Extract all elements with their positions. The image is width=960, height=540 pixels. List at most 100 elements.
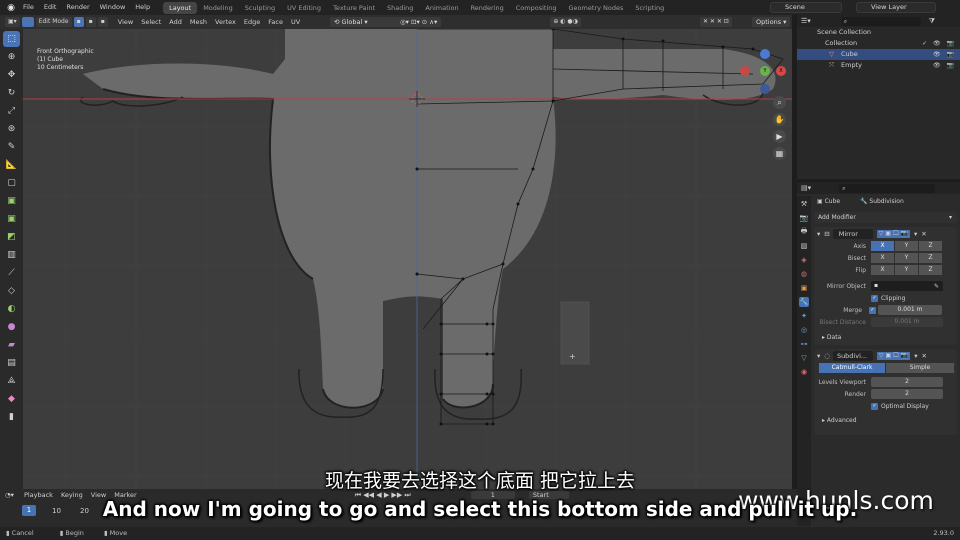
menu-uv[interactable]: UV xyxy=(287,17,304,27)
scale-tool-icon[interactable]: ⤢ xyxy=(3,103,20,119)
material-tab-icon[interactable]: ◉ xyxy=(799,367,809,377)
subdivision-name-field[interactable]: Subdivi... xyxy=(832,351,873,361)
modifier-menu-icon[interactable]: ▾ xyxy=(914,352,917,360)
axis-y-toggle[interactable]: Y xyxy=(895,241,918,251)
gizmo-z-axis-icon[interactable] xyxy=(760,49,770,59)
object-tab-icon[interactable]: ▣ xyxy=(799,283,809,293)
outliner-item-empty[interactable]: ⤧ Empty 👁 📷 xyxy=(797,60,960,71)
tab-animation[interactable]: Animation xyxy=(419,2,464,14)
options-dropdown[interactable]: Options ▾ xyxy=(752,17,791,27)
visibility-icons[interactable]: 👁 📷 xyxy=(933,60,956,71)
outliner-item-cube[interactable]: ▽ Cube 👁 📷 xyxy=(797,49,960,60)
menu-help[interactable]: Help xyxy=(130,0,155,15)
editor-type-button[interactable]: ▣▾ xyxy=(5,17,20,27)
physics-tab-icon[interactable]: ◎ xyxy=(799,325,809,335)
simple-toggle[interactable]: Simple xyxy=(886,363,954,373)
measure-tool-icon[interactable]: 📐 xyxy=(3,157,20,173)
ortho-grid-icon[interactable]: ▦ xyxy=(773,147,786,160)
flip-x-toggle[interactable]: X xyxy=(871,265,894,275)
inset-tool-icon[interactable]: ▣ xyxy=(3,211,20,227)
edge-slide-tool-icon[interactable]: ▰ xyxy=(3,337,20,353)
add-modifier-button[interactable]: Add Modifier ▾ xyxy=(814,212,957,223)
bevel-tool-icon[interactable]: ◩ xyxy=(3,229,20,245)
axis-x-toggle[interactable]: X xyxy=(871,241,894,251)
remove-modifier-icon[interactable]: ✕ xyxy=(921,230,926,238)
outliner-search-input[interactable]: ⌕ xyxy=(840,16,921,26)
tab-sculpting[interactable]: Sculpting xyxy=(239,2,281,14)
constraints-tab-icon[interactable]: ⊶ xyxy=(799,339,809,349)
extrude-tool-icon[interactable]: ▣ xyxy=(3,193,20,209)
face-select-icon[interactable]: ▪ xyxy=(97,17,108,27)
tab-modeling[interactable]: Modeling xyxy=(197,2,239,14)
spin-tool-icon[interactable]: ◐ xyxy=(3,301,20,317)
visibility-icons[interactable]: 👁 📷 xyxy=(933,49,956,60)
gizmo-neg-x-icon[interactable] xyxy=(740,66,750,76)
pan-hand-icon[interactable]: ✋ xyxy=(773,113,786,126)
shrink-fatten-tool-icon[interactable]: ▤ xyxy=(3,355,20,371)
loop-cut-tool-icon[interactable]: ▥ xyxy=(3,247,20,263)
properties-search-input[interactable]: ⌕ xyxy=(839,183,936,193)
snapping-controls[interactable]: ◎▾ ⊡▾ ⊙ ∧▾ xyxy=(396,17,442,27)
3d-viewport[interactable]: + Front Orthographic (1) Cube 10 Centime… xyxy=(23,29,792,489)
mirror-xyz-toggles[interactable]: ✕ ✕ ✕ ⊡ xyxy=(700,17,732,27)
rotate-tool-icon[interactable]: ↻ xyxy=(3,85,20,101)
collapse-chevron-icon[interactable]: ▾ xyxy=(817,352,820,360)
viewport-shading-icons[interactable]: ⊕ ◐ ●◑ xyxy=(550,17,581,27)
gizmo-y-axis-icon[interactable]: Y xyxy=(760,66,770,76)
tab-layout[interactable]: Layout xyxy=(163,1,198,14)
axis-z-toggle[interactable]: Z xyxy=(919,241,942,251)
transform-tool-icon[interactable]: ⊛ xyxy=(3,121,20,137)
optimal-display-checkbox[interactable]: ✓ xyxy=(871,401,878,413)
remove-modifier-icon[interactable]: ✕ xyxy=(921,352,926,360)
rip-tool-icon[interactable]: ◆ xyxy=(3,391,20,407)
menu-view[interactable]: View xyxy=(114,17,137,27)
data-subpanel-toggle[interactable]: ▸ Data xyxy=(814,332,957,344)
add-cube-tool-icon[interactable]: ▢ xyxy=(3,175,20,191)
menu-render[interactable]: Render xyxy=(61,0,94,15)
outliner-scene-collection[interactable]: Scene Collection xyxy=(797,27,960,38)
merge-checkbox[interactable]: ✓ xyxy=(869,305,876,317)
filter-icon[interactable]: ⧩ xyxy=(929,17,935,26)
world-tab-icon[interactable]: ◍ xyxy=(799,269,809,279)
menu-window[interactable]: Window xyxy=(95,0,131,15)
tool-tab-icon[interactable]: ⚒ xyxy=(799,199,809,209)
clipping-checkbox[interactable]: ✓ xyxy=(871,293,878,305)
view-layer-tab-icon[interactable]: ▨ xyxy=(799,241,809,251)
bisect-distance-field[interactable]: 0.001 m xyxy=(871,317,943,327)
edit-mode-dropdown[interactable]: Edit Mode xyxy=(35,17,72,27)
zoom-icon[interactable]: ⌕ xyxy=(773,96,786,109)
menu-add[interactable]: Add xyxy=(165,17,186,27)
render-tab-icon[interactable]: 📷 xyxy=(799,213,809,223)
output-tab-icon[interactable]: 🖶 xyxy=(799,227,809,237)
menu-edit[interactable]: Edit xyxy=(39,0,62,15)
bisect-y-toggle[interactable]: Y xyxy=(895,253,918,263)
vertex-select-icon[interactable]: ▪ xyxy=(73,17,84,27)
mirror-object-field[interactable]: ▪ xyxy=(871,281,943,291)
bisect-x-toggle[interactable]: X xyxy=(871,253,894,263)
smooth-tool-icon[interactable]: ● xyxy=(3,319,20,335)
edge-select-icon[interactable]: ▪ xyxy=(85,17,96,27)
tab-shading[interactable]: Shading xyxy=(381,2,419,14)
gizmo-x-axis-icon[interactable]: X xyxy=(776,66,786,76)
eyedropper-icon[interactable]: ✎ xyxy=(934,281,939,293)
menu-face[interactable]: Face xyxy=(264,17,287,27)
menu-select[interactable]: Select xyxy=(137,17,165,27)
menu-edge[interactable]: Edge xyxy=(240,17,264,27)
tab-texture-paint[interactable]: Texture Paint xyxy=(327,2,381,14)
scene-selector[interactable]: Scene xyxy=(770,2,842,13)
select-mode-icon[interactable] xyxy=(21,17,34,27)
camera-view-icon[interactable]: ▶ xyxy=(773,130,786,143)
render-levels-field[interactable]: 2 xyxy=(871,389,943,399)
scene-tab-icon[interactable]: ◈ xyxy=(799,255,809,265)
outliner-type-icon[interactable]: ☰▾ xyxy=(801,17,811,25)
flip-z-toggle[interactable]: Z xyxy=(919,265,942,275)
select-box-tool-icon[interactable]: ⬚ xyxy=(3,31,20,47)
tab-compositing[interactable]: Compositing xyxy=(510,2,563,14)
modifier-visibility-toggles[interactable]: ▽ ▣ 🖵 📷 xyxy=(876,352,911,360)
poly-build-tool-icon[interactable]: ◇ xyxy=(3,283,20,299)
menu-mesh[interactable]: Mesh xyxy=(186,17,211,27)
levels-viewport-field[interactable]: 2 xyxy=(871,377,943,387)
mirror-name-field[interactable]: Mirror xyxy=(832,229,873,239)
collapse-chevron-icon[interactable]: ▾ xyxy=(817,230,820,238)
merge-distance-field[interactable]: 0.001 m xyxy=(878,305,942,315)
